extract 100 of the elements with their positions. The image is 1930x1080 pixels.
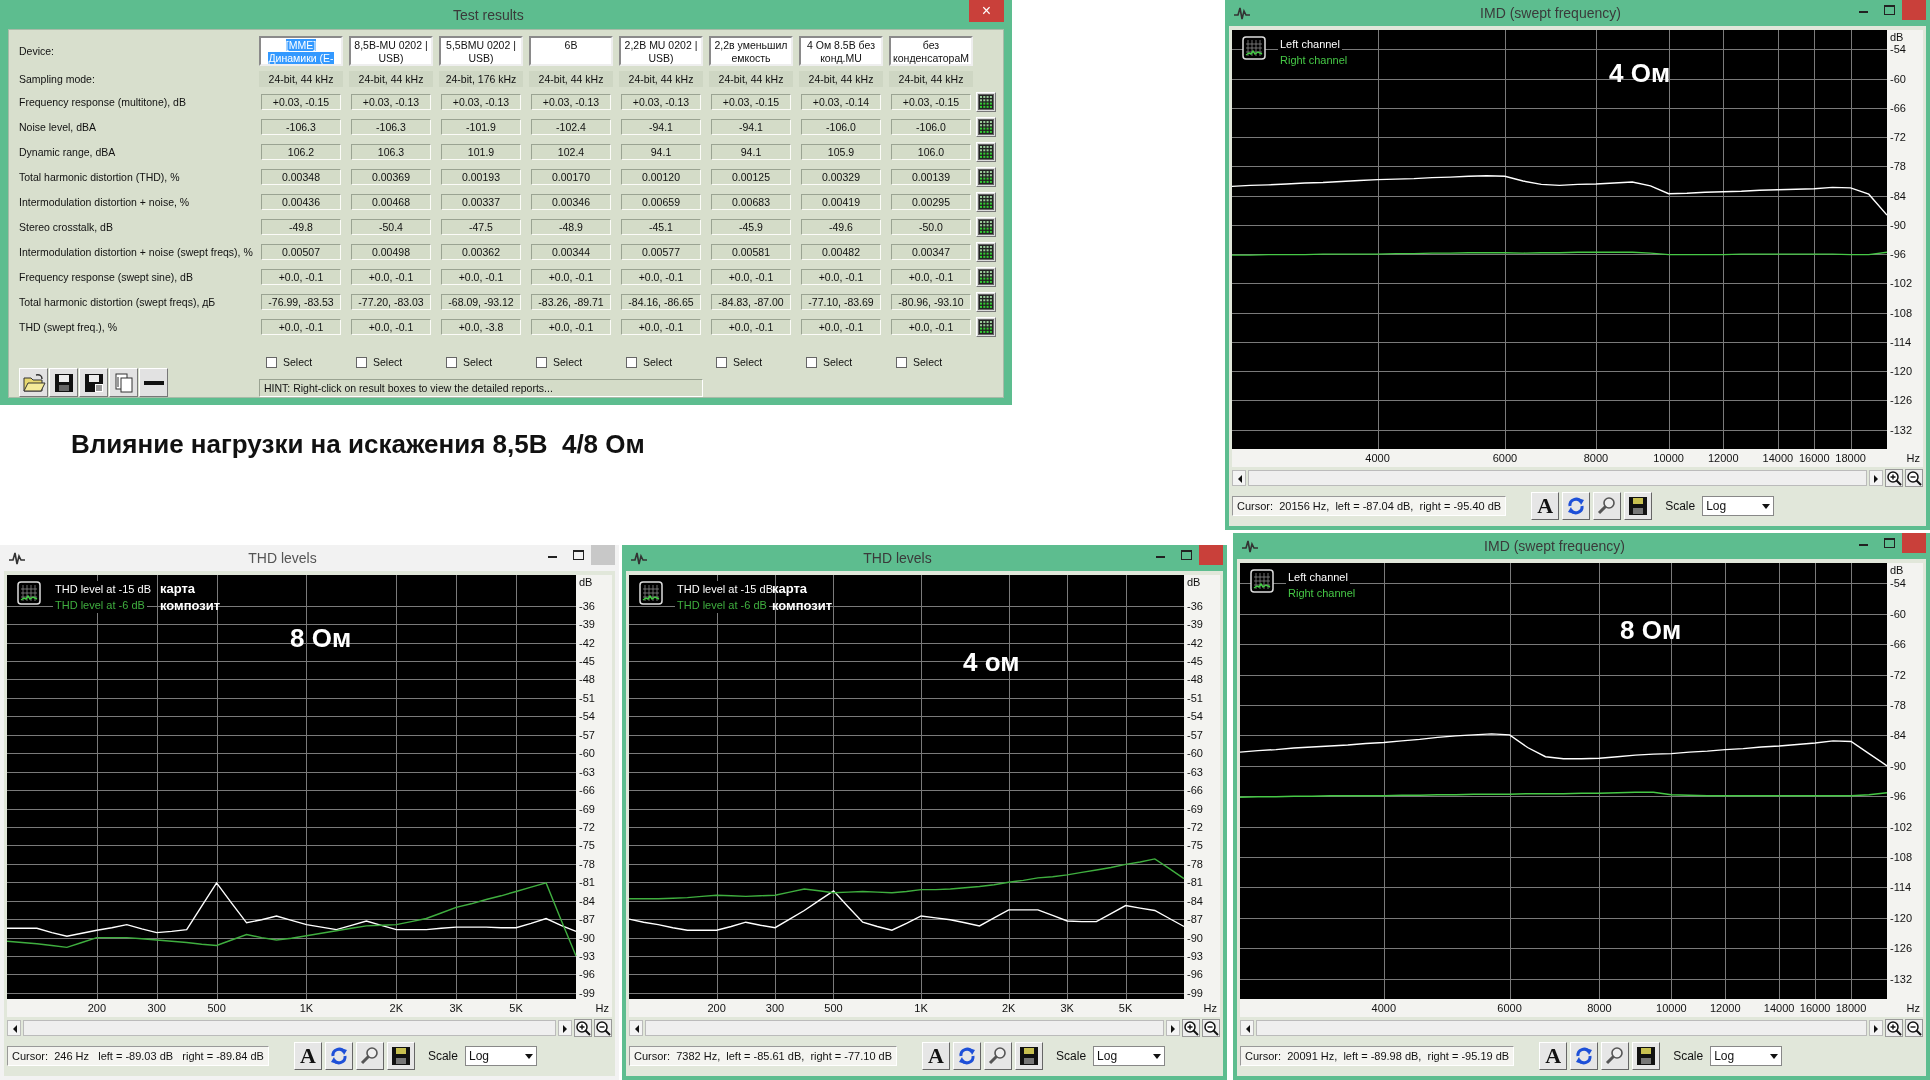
save-button[interactable] xyxy=(1624,492,1653,520)
report-button[interactable] xyxy=(976,242,996,262)
result-box[interactable]: 0.00659 xyxy=(621,194,701,210)
result-box[interactable]: -50.0 xyxy=(891,219,971,235)
result-box[interactable]: -77.20, -83.03 xyxy=(351,294,431,310)
result-box[interactable]: 0.00346 xyxy=(531,194,611,210)
result-box[interactable]: +0.03, -0.15 xyxy=(891,94,971,110)
result-box[interactable]: 0.00139 xyxy=(891,169,971,185)
result-box[interactable]: +0.03, -0.13 xyxy=(441,94,521,110)
minus-button[interactable] xyxy=(139,368,168,397)
select-checkbox[interactable]: Select xyxy=(256,356,346,368)
zoom-in-button[interactable] xyxy=(1885,1019,1903,1037)
result-box[interactable]: 94.1 xyxy=(711,144,791,160)
result-box[interactable]: -84.16, -86.65 xyxy=(621,294,701,310)
save-report-button[interactable] xyxy=(79,368,108,397)
result-box[interactable]: -106.0 xyxy=(801,119,881,135)
result-box[interactable]: +0.0, -0.1 xyxy=(801,269,881,285)
result-box[interactable]: +0.0, -0.1 xyxy=(351,269,431,285)
result-box[interactable]: 106.0 xyxy=(891,144,971,160)
report-button[interactable] xyxy=(976,117,996,137)
result-box[interactable]: -47.5 xyxy=(441,219,521,235)
result-box[interactable]: +0.0, -3.8 xyxy=(441,319,521,335)
result-box[interactable]: +0.03, -0.13 xyxy=(351,94,431,110)
close-button[interactable]: × xyxy=(968,0,1004,22)
result-box[interactable]: 0.00125 xyxy=(711,169,791,185)
result-box[interactable]: -80.96, -93.10 xyxy=(891,294,971,310)
result-box[interactable]: +0.03, -0.15 xyxy=(711,94,791,110)
result-box[interactable]: 106.3 xyxy=(351,144,431,160)
result-box[interactable]: +0.0, -0.1 xyxy=(261,319,341,335)
result-box[interactable]: +0.03, -0.14 xyxy=(801,94,881,110)
device-name-field[interactable]: 8,5В-MU 0202 | USB) xyxy=(349,36,433,66)
result-box[interactable]: 0.00581 xyxy=(711,244,791,260)
zoom-in-button[interactable] xyxy=(1182,1019,1200,1037)
refresh-button[interactable] xyxy=(953,1042,982,1070)
select-checkbox[interactable]: Select xyxy=(346,356,436,368)
result-box[interactable]: -49.6 xyxy=(801,219,881,235)
refresh-button[interactable] xyxy=(1562,492,1591,520)
result-box[interactable]: +0.0, -0.1 xyxy=(621,269,701,285)
scale-dropdown[interactable]: Log xyxy=(1093,1046,1166,1066)
select-checkbox[interactable]: Select xyxy=(616,356,706,368)
report-button[interactable] xyxy=(976,217,996,237)
result-box[interactable]: -94.1 xyxy=(621,119,701,135)
result-box[interactable]: 0.00507 xyxy=(261,244,341,260)
select-checkbox[interactable]: Select xyxy=(706,356,796,368)
result-box[interactable]: -102.4 xyxy=(531,119,611,135)
result-box[interactable]: -106.3 xyxy=(351,119,431,135)
result-box[interactable]: -68.09, -93.12 xyxy=(441,294,521,310)
save-button[interactable] xyxy=(49,368,78,397)
result-box[interactable]: +0.03, -0.13 xyxy=(531,94,611,110)
device-name-field[interactable]: 2,2В MU 0202 | USB) xyxy=(619,36,703,66)
report-button[interactable] xyxy=(976,142,996,162)
report-button[interactable] xyxy=(976,167,996,187)
device-name-field[interactable]: 2,2в уменьшил емкость xyxy=(709,36,793,66)
result-box[interactable]: -106.0 xyxy=(891,119,971,135)
result-box[interactable]: +0.0, -0.1 xyxy=(441,269,521,285)
result-box[interactable]: +0.0, -0.1 xyxy=(351,319,431,335)
result-box[interactable]: -84.83, -87.00 xyxy=(711,294,791,310)
result-box[interactable]: +0.03, -0.15 xyxy=(261,94,341,110)
report-button[interactable] xyxy=(976,292,996,312)
result-box[interactable]: 101.9 xyxy=(441,144,521,160)
report-button[interactable] xyxy=(976,317,996,337)
select-checkbox[interactable]: Select xyxy=(796,356,886,368)
report-button[interactable] xyxy=(976,267,996,287)
result-box[interactable]: 0.00369 xyxy=(351,169,431,185)
scale-dropdown[interactable]: Log xyxy=(1710,1046,1783,1066)
magnifier-button[interactable] xyxy=(1593,492,1622,520)
copy-button[interactable] xyxy=(109,368,138,397)
result-box[interactable]: +0.0, -0.1 xyxy=(531,319,611,335)
result-box[interactable]: 0.00193 xyxy=(441,169,521,185)
result-box[interactable]: 0.00329 xyxy=(801,169,881,185)
result-box[interactable]: 0.00348 xyxy=(261,169,341,185)
zoom-out-button[interactable] xyxy=(1905,469,1923,487)
result-box[interactable]: 0.00419 xyxy=(801,194,881,210)
result-box[interactable]: +0.0, -0.1 xyxy=(891,319,971,335)
result-box[interactable]: -83.26, -89.71 xyxy=(531,294,611,310)
magnifier-button[interactable] xyxy=(984,1042,1013,1070)
result-box[interactable]: -106.3 xyxy=(261,119,341,135)
device-name-field[interactable]: без конденсатораМ xyxy=(889,36,973,66)
result-box[interactable]: 0.00468 xyxy=(351,194,431,210)
result-box[interactable]: 0.00347 xyxy=(891,244,971,260)
result-box[interactable]: 0.00120 xyxy=(621,169,701,185)
result-box[interactable]: -50.4 xyxy=(351,219,431,235)
result-box[interactable]: -45.1 xyxy=(621,219,701,235)
result-box[interactable]: 0.00482 xyxy=(801,244,881,260)
result-box[interactable]: 105.9 xyxy=(801,144,881,160)
result-box[interactable]: -48.9 xyxy=(531,219,611,235)
result-box[interactable]: -94.1 xyxy=(711,119,791,135)
device-name-field[interactable]: 4 Ом 8.5В без конд.MU xyxy=(799,36,883,66)
result-box[interactable]: 0.00577 xyxy=(621,244,701,260)
font-button[interactable]: A xyxy=(922,1042,951,1070)
result-box[interactable]: -77.10, -83.69 xyxy=(801,294,881,310)
scrollbar[interactable] xyxy=(645,1020,1164,1036)
device-name-field[interactable]: 5,5ВMU 0202 | USB) xyxy=(439,36,523,66)
result-box[interactable]: -101.9 xyxy=(441,119,521,135)
scrollbar[interactable] xyxy=(1256,1020,1867,1036)
select-checkbox[interactable]: Select xyxy=(886,356,976,368)
result-box[interactable]: +0.0, -0.1 xyxy=(261,269,341,285)
select-checkbox[interactable]: Select xyxy=(436,356,526,368)
zoom-in-button[interactable] xyxy=(1885,469,1903,487)
save-button[interactable] xyxy=(1015,1042,1044,1070)
